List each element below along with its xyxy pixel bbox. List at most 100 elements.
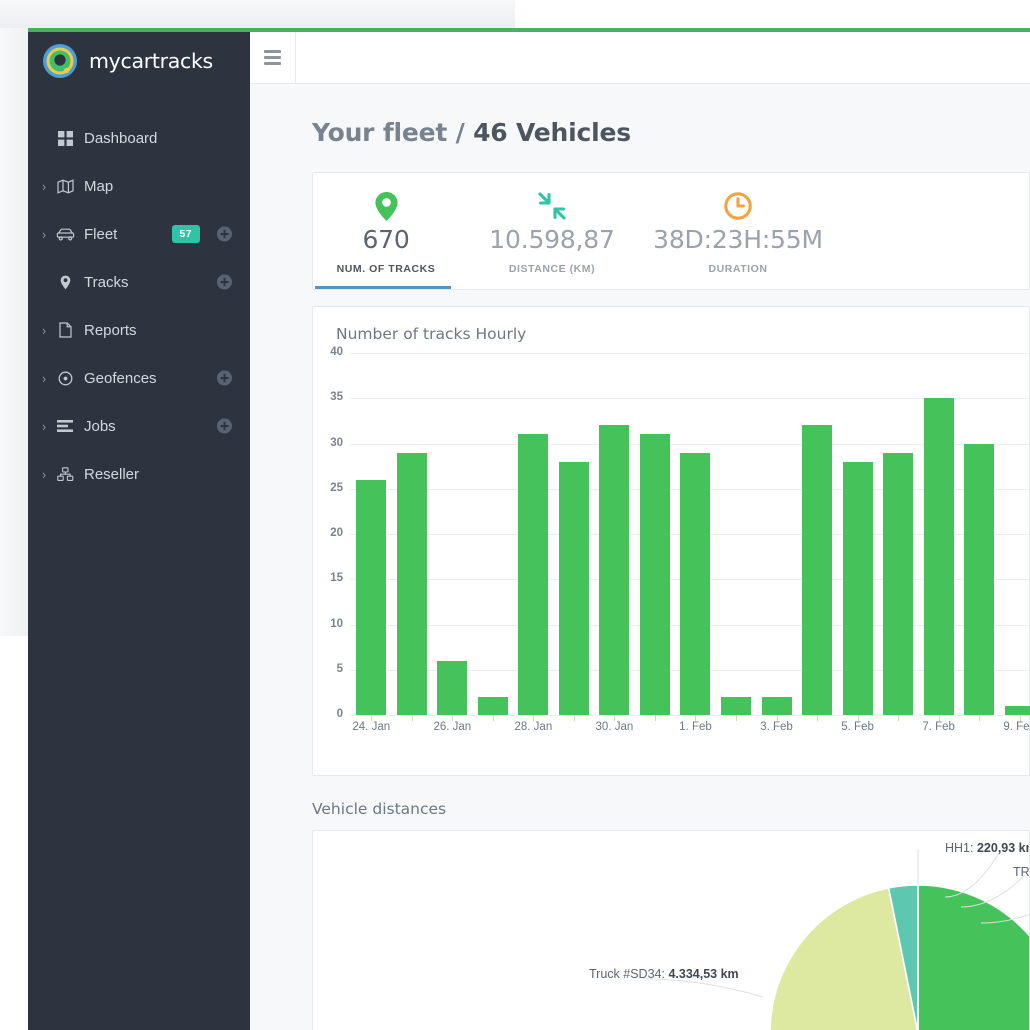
- bar[interactable]: [1004, 705, 1030, 715]
- x-axis-tick-label: 5. Feb: [841, 721, 874, 733]
- x-axis-tick-label: 30. Jan: [595, 721, 634, 733]
- brand-name: mycartracks: [89, 49, 213, 73]
- x-axis-tick-mark: [654, 715, 656, 721]
- chevron-right-icon[interactable]: ›: [36, 372, 52, 385]
- y-axis-tick-label: 25: [330, 481, 343, 494]
- y-axis-tick-label: 40: [330, 346, 343, 358]
- bar[interactable]: [437, 660, 468, 715]
- map-pin-icon: [313, 189, 459, 223]
- bar[interactable]: [842, 461, 873, 715]
- bar[interactable]: [518, 434, 549, 715]
- x-axis-tick-mark: [736, 715, 737, 721]
- x-axis-tick-mark: [411, 715, 413, 721]
- bar[interactable]: [802, 425, 833, 715]
- stat-tab-distance[interactable]: 10.598,87 DISTANCE (KM): [459, 173, 645, 289]
- add-fleet-icon[interactable]: [217, 226, 232, 242]
- vehicle-distances-card: Truck #SD34: 4.334,53 km HH1: 220,93 km …: [312, 830, 1030, 1030]
- compress-arrows-icon: [459, 189, 645, 223]
- pie-label-hh1: HH1: 220,93 km: [945, 841, 1029, 855]
- tracks-hourly-chart-card: Number of tracks Hourly 0 5 10 15 20 25 30 35 40…: [312, 306, 1030, 776]
- pie-label-name: HH1: [945, 841, 971, 855]
- sidebar-item-geofences[interactable]: › Geofences: [28, 354, 250, 402]
- fleet-stats-card: 670 NUM. OF TRACKS 10.598,87 DISTANCE (K…: [312, 172, 1030, 290]
- chevron-right-icon[interactable]: ›: [36, 420, 52, 433]
- add-job-icon[interactable]: [217, 418, 232, 434]
- bar[interactable]: [721, 696, 751, 715]
- map-icon: [52, 178, 78, 194]
- hamburger-menu-icon: [264, 50, 281, 65]
- sidebar-item-map[interactable]: › Map: [28, 162, 250, 210]
- chevron-right-icon[interactable]: ›: [36, 324, 52, 337]
- stat-label: DURATION: [708, 263, 768, 275]
- list-stack-icon: [52, 419, 78, 433]
- car-icon: [52, 228, 78, 241]
- bar[interactable]: [923, 398, 954, 715]
- x-axis-tick-mark: [898, 715, 900, 721]
- fleet-count-badge: 57: [171, 225, 200, 243]
- pie-label-name: TRC2: [1013, 865, 1030, 879]
- stat-tab-num-of-tracks[interactable]: 670 NUM. OF TRACKS: [313, 173, 459, 289]
- mycartracks-logo-icon: [42, 43, 78, 79]
- x-axis-tick-label: 1. Feb: [679, 721, 712, 733]
- pie-label-truck-sd34: Truck #SD34: 4.334,53 km: [589, 967, 739, 981]
- document-icon: [52, 322, 78, 338]
- sidebar-item-reseller[interactable]: › Reseller: [28, 450, 250, 498]
- bar[interactable]: [883, 452, 914, 715]
- sidebar-item-label: Geofences: [84, 369, 157, 387]
- x-axis-tick-mark: [492, 715, 494, 721]
- sidebar-item-label: Reports: [84, 321, 137, 339]
- y-axis-tick-label: 0: [336, 708, 343, 720]
- bar[interactable]: [396, 452, 427, 715]
- y-axis-tick-label: 30: [330, 436, 343, 449]
- x-axis-tick-label: 9. Feb: [1003, 721, 1030, 733]
- bar-series: [351, 353, 1030, 715]
- x-axis-tick-label: 24. Jan: [352, 721, 391, 733]
- page-title-strong: 46 Vehicles: [473, 118, 631, 147]
- bar-chart-plot: 0 5 10 15 20 25 30 35 40 24. Jan 26. Jan 28. Jan 30.…: [313, 346, 1030, 775]
- bar[interactable]: [964, 443, 995, 715]
- add-track-icon[interactable]: [217, 274, 232, 290]
- chevron-right-icon[interactable]: ›: [36, 228, 52, 241]
- chevron-right-icon[interactable]: ›: [36, 180, 52, 193]
- brand[interactable]: mycartracks: [28, 32, 250, 90]
- bar[interactable]: [356, 479, 387, 715]
- sidebar-item-label: Reseller: [84, 465, 140, 483]
- vehicle-distances-pie: [642, 848, 1029, 1030]
- sidebar-nav: › Dashboard › Map: [28, 114, 250, 498]
- x-axis-tick-label: 7. Feb: [922, 721, 955, 733]
- stat-label: DISTANCE (KM): [508, 263, 596, 275]
- chart-title: Number of tracks Hourly: [336, 325, 527, 343]
- menu-toggle-button[interactable]: [250, 31, 296, 84]
- sidebar-item-label: Dashboard: [84, 129, 158, 147]
- x-axis-tick-mark: [817, 715, 819, 721]
- bar[interactable]: [680, 452, 711, 715]
- sidebar-item-jobs[interactable]: › Jobs: [28, 402, 250, 450]
- bar[interactable]: [558, 461, 589, 715]
- sidebar-item-label: Tracks: [84, 273, 129, 291]
- x-axis-tick-mark: [573, 715, 575, 721]
- add-geofence-icon[interactable]: [217, 370, 232, 386]
- screenshot-root: mycartracks › Dashboard ›: [0, 0, 1030, 1030]
- sidebar-item-reports[interactable]: › Reports: [28, 306, 250, 354]
- application-window: mycartracks › Dashboard ›: [28, 28, 1030, 1030]
- sidebar-item-dashboard[interactable]: › Dashboard: [28, 114, 250, 162]
- chevron-right-icon[interactable]: ›: [36, 468, 52, 481]
- header-bar: [250, 31, 1030, 84]
- pie-label-name: Truck #SD34: [589, 967, 662, 981]
- y-axis-tick-label: 20: [330, 527, 343, 539]
- bar[interactable]: [477, 696, 508, 715]
- y-axis-tick-label: 5: [336, 662, 343, 675]
- map-pin-icon: [52, 275, 78, 290]
- sidebar-item-fleet[interactable]: › Fleet 57: [28, 210, 250, 258]
- stat-tab-duration[interactable]: 38D:23H:55M DURATION: [645, 173, 831, 289]
- stats-row: 670 NUM. OF TRACKS 10.598,87 DISTANCE (K…: [313, 173, 1029, 289]
- backdrop-left-strip: [0, 28, 28, 636]
- x-axis-tick-label: 3. Feb: [760, 721, 793, 733]
- main-content: Your fleet / 46 Vehicles 670 NUM. OF TRA…: [250, 31, 1030, 1030]
- sidebar-item-tracks[interactable]: › Tracks: [28, 258, 250, 306]
- bar[interactable]: [761, 696, 792, 715]
- bar[interactable]: [599, 425, 630, 715]
- bar[interactable]: [639, 434, 670, 715]
- network-nodes-icon: [52, 466, 78, 482]
- sidebar-item-label: Map: [84, 177, 114, 195]
